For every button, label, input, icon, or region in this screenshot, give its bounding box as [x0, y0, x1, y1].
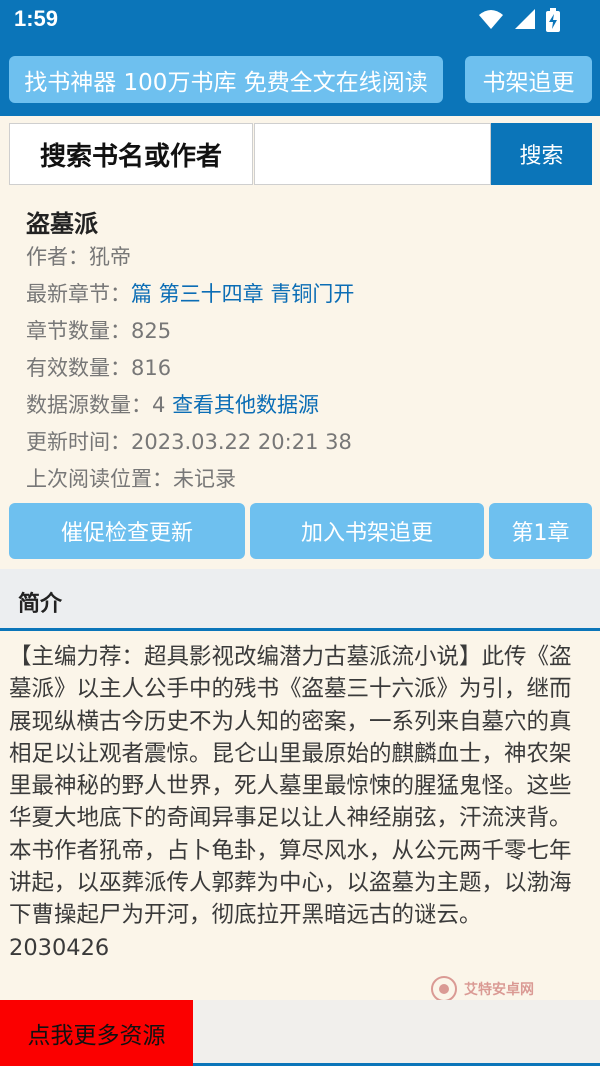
chapter-count-line: 章节数量：825: [26, 315, 171, 345]
banner-button[interactable]: 找书神器 100万书库 免费全文在线阅读: [9, 56, 443, 103]
status-icons: [478, 8, 560, 32]
add-bookshelf-button[interactable]: 加入书架追更: [250, 503, 484, 559]
status-bar: 1:59: [0, 0, 600, 40]
valid-count-line: 有效数量：816: [26, 352, 171, 382]
update-time-line: 更新时间：2023.03.22 20:21 38: [26, 426, 352, 456]
author-label: 作者：: [26, 245, 89, 269]
update-time-value: 2023.03.22 20:21 38: [131, 430, 352, 454]
source-count-label: 数据源数量：: [26, 393, 152, 417]
source-count-line: 数据源数量：4 查看其他数据源: [26, 389, 319, 419]
signal-icon: [515, 9, 535, 29]
intro-title: 简介: [18, 592, 63, 617]
update-time-label: 更新时间：: [26, 430, 131, 454]
search-row: 搜索书名或作者 搜索: [9, 123, 592, 185]
latest-chapter-line: 最新章节：篇 第三十四章 青铜门开: [26, 278, 354, 308]
last-read-line: 上次阅读位置：未记录: [26, 463, 236, 493]
more-resources-button[interactable]: 点我更多资源: [0, 1000, 193, 1066]
wifi-icon: [479, 10, 503, 29]
latest-chapter-link[interactable]: 篇 第三十四章 青铜门开: [131, 282, 354, 306]
watermark: 艾特安卓网: [430, 975, 534, 1003]
valid-count-label: 有效数量：: [26, 356, 131, 380]
search-label: 搜索书名或作者: [9, 123, 253, 185]
source-count-value: 4: [152, 393, 166, 417]
last-read-label: 上次阅读位置：: [26, 467, 173, 491]
latest-chapter-label: 最新章节：: [26, 282, 131, 306]
intro-header: 简介: [0, 569, 600, 631]
author-value: 犼帝: [89, 245, 131, 269]
top-header: 找书神器 100万书库 免费全文在线阅读 书架追更: [0, 40, 600, 116]
intro-text: 【主编力荐：超具影视改编潜力古墓派流小说】此传《盗墓派》以主人公手中的残书《盗墓…: [9, 644, 572, 961]
last-read-value: 未记录: [173, 467, 236, 491]
chapter-one-button[interactable]: 第1章: [489, 503, 592, 559]
author-line: 作者：犼帝: [26, 241, 131, 271]
watermark-logo-icon: [431, 976, 457, 1002]
valid-count-value: 816: [131, 356, 172, 380]
other-sources-link[interactable]: 查看其他数据源: [172, 393, 319, 417]
urge-update-button[interactable]: 催促检查更新: [9, 503, 245, 559]
chapter-count-label: 章节数量：: [26, 319, 131, 343]
chapter-count-value: 825: [131, 319, 172, 343]
bottom-bar: 点我更多资源: [0, 1000, 600, 1066]
search-button[interactable]: 搜索: [491, 123, 592, 185]
search-input[interactable]: [254, 123, 491, 185]
battery-icon: [546, 8, 560, 32]
bookshelf-button[interactable]: 书架追更: [465, 56, 592, 103]
book-title: 盗墓派: [26, 210, 98, 238]
watermark-text: 艾特安卓网: [464, 982, 534, 998]
status-time: 1:59: [14, 6, 59, 31]
